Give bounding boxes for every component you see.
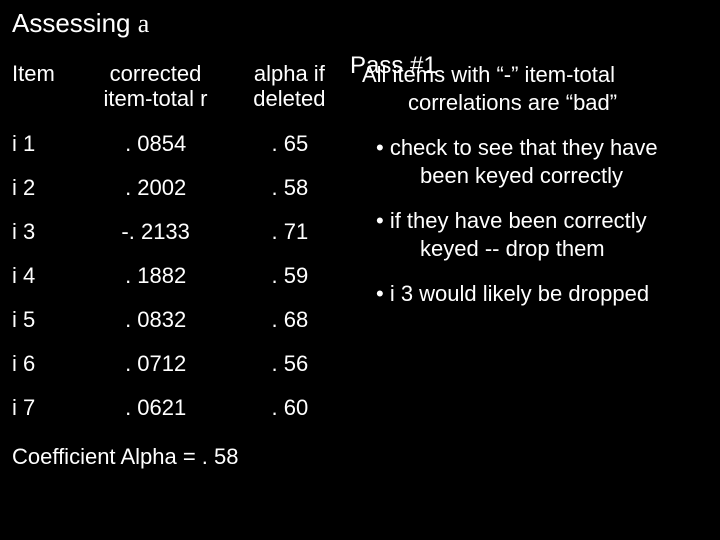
data-table: i 1. 0854. 65i 2. 2002. 58i 3-. 2133. 71… bbox=[12, 122, 342, 430]
hdr-alpha-l1: alpha if bbox=[254, 61, 325, 86]
cell-item: i 6 bbox=[12, 342, 74, 386]
cell-item: i 7 bbox=[12, 386, 74, 430]
cell-item: i 1 bbox=[12, 122, 74, 166]
table-row: i 2. 2002. 58 bbox=[12, 166, 342, 210]
cell-item: i 4 bbox=[12, 254, 74, 298]
cell-item: i 3 bbox=[12, 210, 74, 254]
cell-corr: . 0832 bbox=[74, 298, 242, 342]
cell-corr: . 0854 bbox=[74, 122, 242, 166]
hdr-corrected-l1: corrected bbox=[110, 61, 202, 86]
table-row: i 5. 0832. 68 bbox=[12, 298, 342, 342]
cell-alpha: . 58 bbox=[242, 166, 342, 210]
note-bullet-3: • i 3 would likely be dropped bbox=[362, 280, 692, 308]
table-header: Item corrected item-total r alpha if del… bbox=[12, 61, 342, 122]
table-row: i 1. 0854. 65 bbox=[12, 122, 342, 166]
cell-alpha: . 60 bbox=[242, 386, 342, 430]
hdr-alpha: alpha if deleted bbox=[241, 61, 342, 122]
cell-item: i 5 bbox=[12, 298, 74, 342]
cell-alpha: . 59 bbox=[242, 254, 342, 298]
table-area: Item corrected item-total r alpha if del… bbox=[12, 61, 342, 470]
cell-corr: -. 2133 bbox=[74, 210, 242, 254]
table-row: i 7. 0621. 60 bbox=[12, 386, 342, 430]
title-text: Assessing bbox=[12, 8, 138, 38]
cell-alpha: . 68 bbox=[242, 298, 342, 342]
table-row: i 3-. 2133. 71 bbox=[12, 210, 342, 254]
hdr-item: Item bbox=[12, 61, 74, 122]
content-columns: Item corrected item-total r alpha if del… bbox=[12, 61, 708, 470]
hdr-corrected: corrected item-total r bbox=[74, 61, 240, 122]
cell-item: i 2 bbox=[12, 166, 74, 210]
hdr-alpha-l2: deleted bbox=[253, 86, 325, 111]
alpha-symbol: a bbox=[138, 9, 150, 38]
note-bullet-2: • if they have been correctly keyed -- d… bbox=[362, 207, 692, 262]
slide: Assessing a Pass #1 Item corrected item-… bbox=[0, 0, 720, 540]
notes-area: All items with “-” item-total correlatio… bbox=[342, 61, 692, 326]
cell-corr: . 0712 bbox=[74, 342, 242, 386]
cell-alpha: . 65 bbox=[242, 122, 342, 166]
pass-label: Pass #1 bbox=[350, 52, 437, 80]
table-row: i 6. 0712. 56 bbox=[12, 342, 342, 386]
cell-alpha: . 71 bbox=[242, 210, 342, 254]
cell-alpha: . 56 bbox=[242, 342, 342, 386]
note-bullet-1: • check to see that they have been keyed… bbox=[362, 134, 692, 189]
cell-corr: . 2002 bbox=[74, 166, 242, 210]
cell-corr: . 0621 bbox=[74, 386, 242, 430]
coefficient-alpha: Coefficient Alpha = . 58 bbox=[12, 444, 342, 470]
hdr-corrected-l2: item-total r bbox=[104, 86, 208, 111]
slide-title: Assessing a bbox=[12, 8, 708, 39]
cell-corr: . 1882 bbox=[74, 254, 242, 298]
table-row: i 4. 1882. 59 bbox=[12, 254, 342, 298]
